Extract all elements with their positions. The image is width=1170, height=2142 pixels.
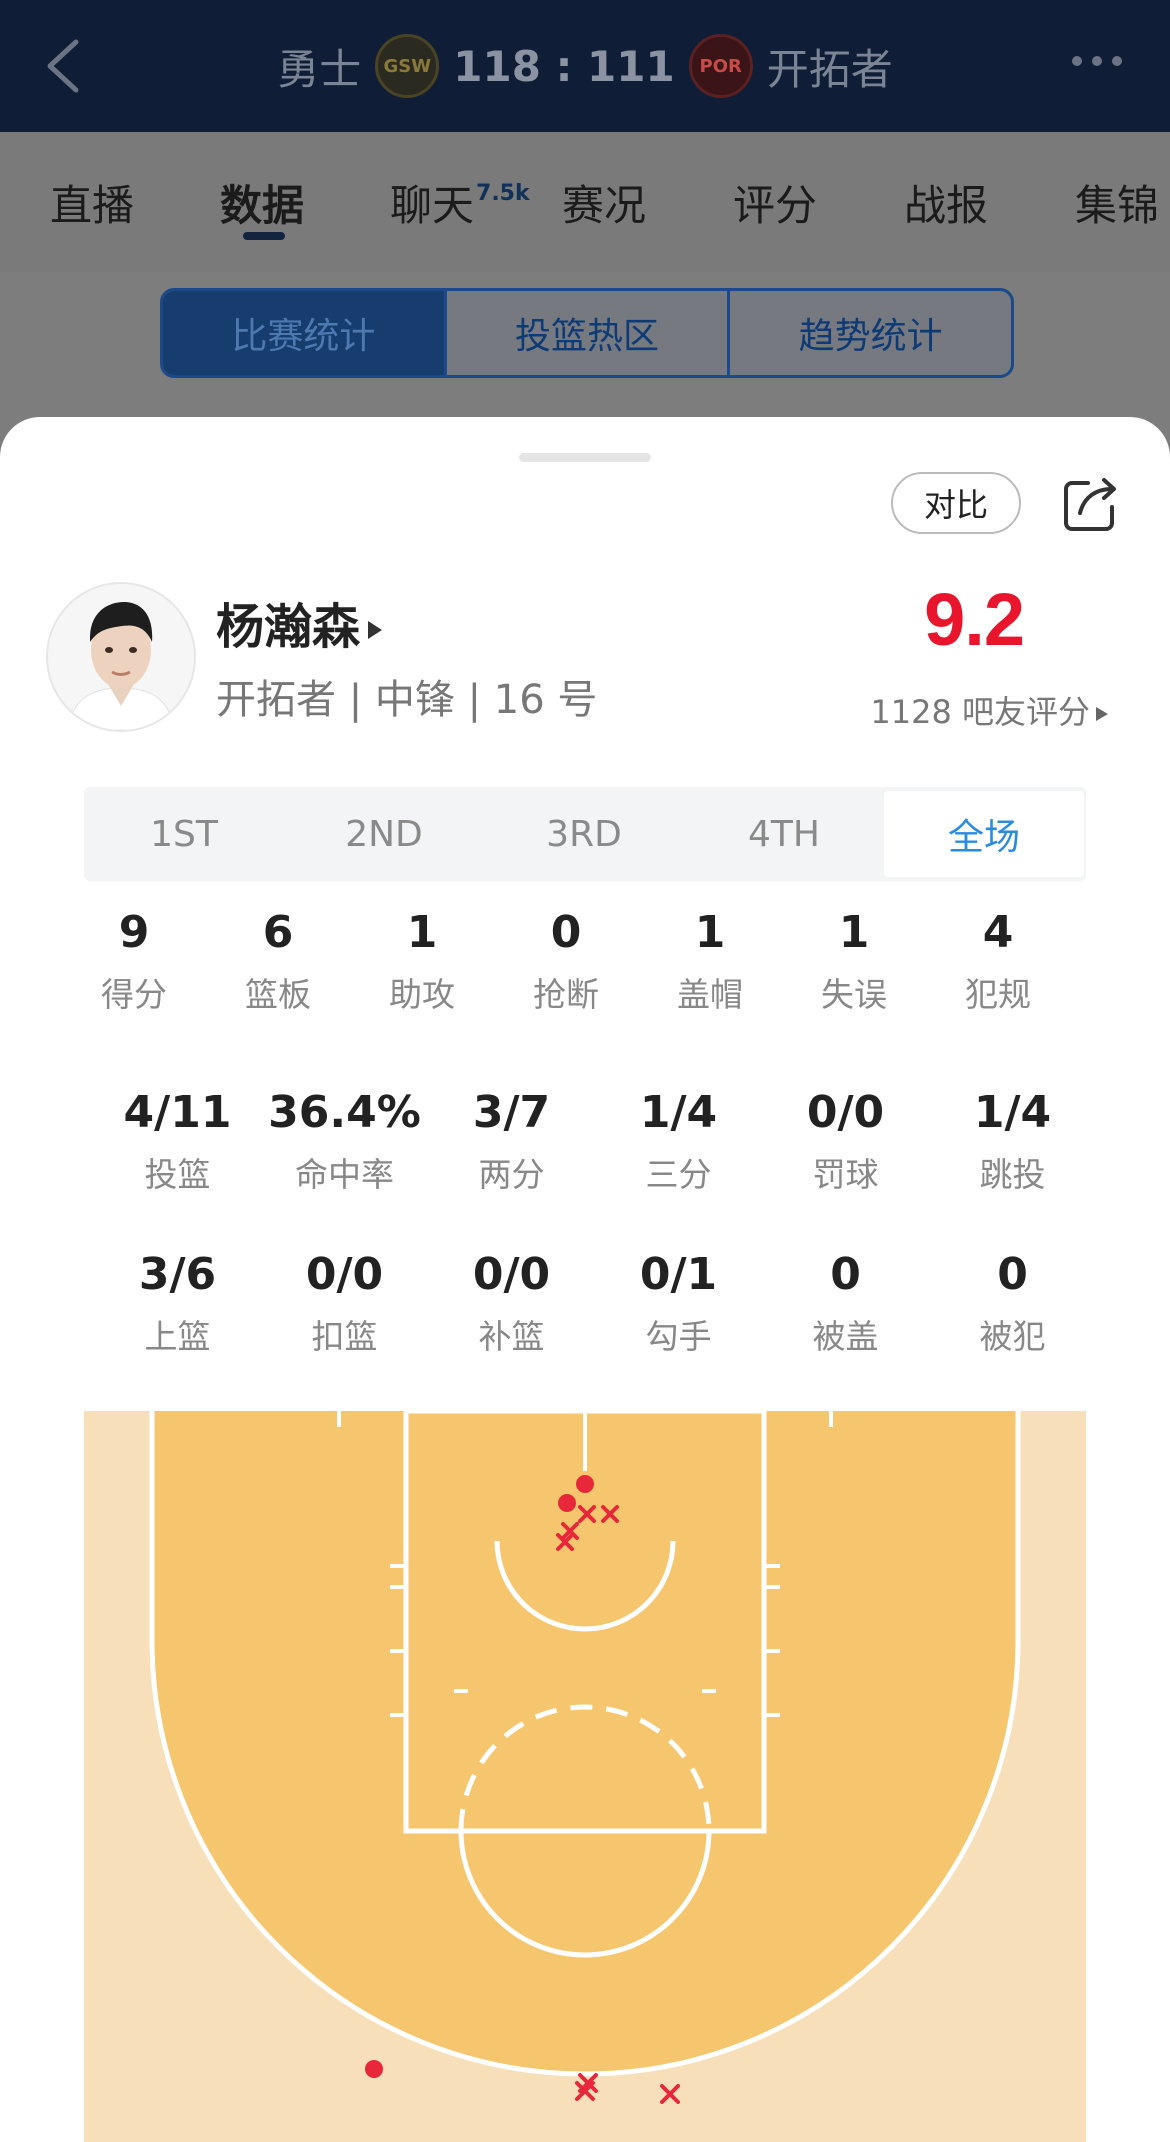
shot-made-marker: [365, 2060, 383, 2078]
stat-free-throws: 0/0 罚球: [806, 1087, 885, 1194]
stat-points: 9 得分: [101, 907, 167, 1014]
blazers-logo-icon: POR: [688, 34, 753, 98]
stat-field-goals: 4/11 投篮: [123, 1087, 232, 1194]
shot-made-marker: [576, 1475, 594, 1493]
stat-tip-ins: 0/0 补篮: [472, 1249, 551, 1356]
period-selector: 1ST 2ND 3RD 4TH 全场: [84, 787, 1086, 881]
tab-ratings[interactable]: 评分: [733, 172, 817, 233]
period-2nd[interactable]: 2ND: [284, 791, 484, 877]
compare-button[interactable]: 对比: [891, 472, 1021, 534]
tab-chat[interactable]: 聊天7.5k: [390, 172, 530, 233]
stat-blocked: 0 被盖: [812, 1249, 879, 1356]
active-tab-indicator: [243, 232, 285, 240]
play-arrow-icon: [368, 621, 383, 639]
segment-trend-stats[interactable]: 趋势统计: [730, 291, 1011, 375]
top-bar: 勇士 GSW 118 : 111 POR 开拓者: [0, 0, 1170, 132]
tab-report[interactable]: 战报: [904, 172, 988, 233]
warriors-logo-icon: GSW: [375, 34, 440, 98]
stat-fouled: 0 被犯: [979, 1249, 1046, 1356]
period-3rd[interactable]: 3RD: [484, 791, 684, 877]
stat-three-pointers: 1/4 三分: [639, 1087, 718, 1194]
shot-type-stats-row: 3/6 上篮 0/0 扣篮 0/0 补篮 0/1 勾手 0 被盖 0 被犯: [94, 1249, 1096, 1358]
stat-layups: 3/6 上篮: [138, 1249, 217, 1356]
tab-game-status[interactable]: 赛况: [562, 172, 646, 233]
period-4th[interactable]: 4TH: [684, 791, 884, 877]
chat-count-badge: 7.5k: [476, 181, 530, 206]
stat-turnovers: 1 失误: [821, 907, 887, 1014]
stat-steals: 0 抢断: [533, 907, 599, 1014]
tab-highlights[interactable]: 集锦: [1075, 172, 1159, 233]
more-options-icon[interactable]: [1072, 56, 1122, 66]
shot-made-marker: [558, 1494, 576, 1512]
stat-jump-shots: 1/4 跳投: [973, 1087, 1052, 1194]
period-1st[interactable]: 1ST: [84, 791, 284, 877]
player-photo-icon: [48, 584, 194, 730]
stat-fg-percentage: 36.4% 命中率: [268, 1087, 421, 1194]
home-team-name: 勇士: [277, 44, 362, 94]
stats-segment-control: 比赛统计 投篮热区 趋势统计: [160, 288, 1014, 378]
segment-shot-zones[interactable]: 投篮热区: [447, 291, 731, 375]
basic-stats-row: 9 得分 6 篮板 1 助攻 0 抢断 1 盖帽 1 失误 4 犯规: [62, 907, 1108, 1016]
player-team-position: 开拓者 | 中锋 | 16 号: [216, 677, 598, 723]
player-name[interactable]: 杨瀚森: [216, 587, 383, 657]
sheet-drag-handle[interactable]: [519, 453, 651, 462]
shooting-stats-row: 4/11 投篮 36.4% 命中率 3/7 两分 1/4 三分 0/0 罚球 1/4 跳投: [94, 1087, 1096, 1196]
stat-rebounds: 6 篮板: [245, 907, 311, 1014]
stat-two-pointers: 3/7 两分: [472, 1087, 551, 1194]
game-score: 118 : 111: [453, 41, 675, 91]
player-avatar[interactable]: [46, 582, 196, 732]
stat-assists: 1 助攻: [389, 907, 455, 1014]
share-icon[interactable]: [1062, 475, 1120, 533]
shot-chart-court: [84, 1411, 1086, 2142]
segment-game-stats[interactable]: 比赛统计: [163, 291, 447, 375]
tab-live[interactable]: 直播: [50, 172, 134, 233]
away-team-name: 开拓者: [766, 44, 893, 94]
stat-dunks: 0/0 扣篮: [305, 1249, 384, 1356]
play-arrow-icon: [1096, 707, 1108, 721]
rating-count-link[interactable]: 1128 吧友评分: [870, 687, 1108, 733]
stat-blocks: 1 盖帽: [677, 907, 743, 1014]
main-tabs: 直播 数据 聊天7.5k 赛况 评分 战报 集锦: [0, 132, 1170, 272]
game-title: 勇士 GSW 118 : 111 POR 开拓者: [0, 0, 1170, 132]
tab-data[interactable]: 数据: [220, 172, 304, 233]
player-rating: 9.2: [924, 578, 1025, 661]
stat-fouls: 4 犯规: [965, 907, 1031, 1014]
stat-hook-shots: 0/1 勾手: [639, 1249, 718, 1356]
period-full-game[interactable]: 全场: [884, 791, 1084, 877]
